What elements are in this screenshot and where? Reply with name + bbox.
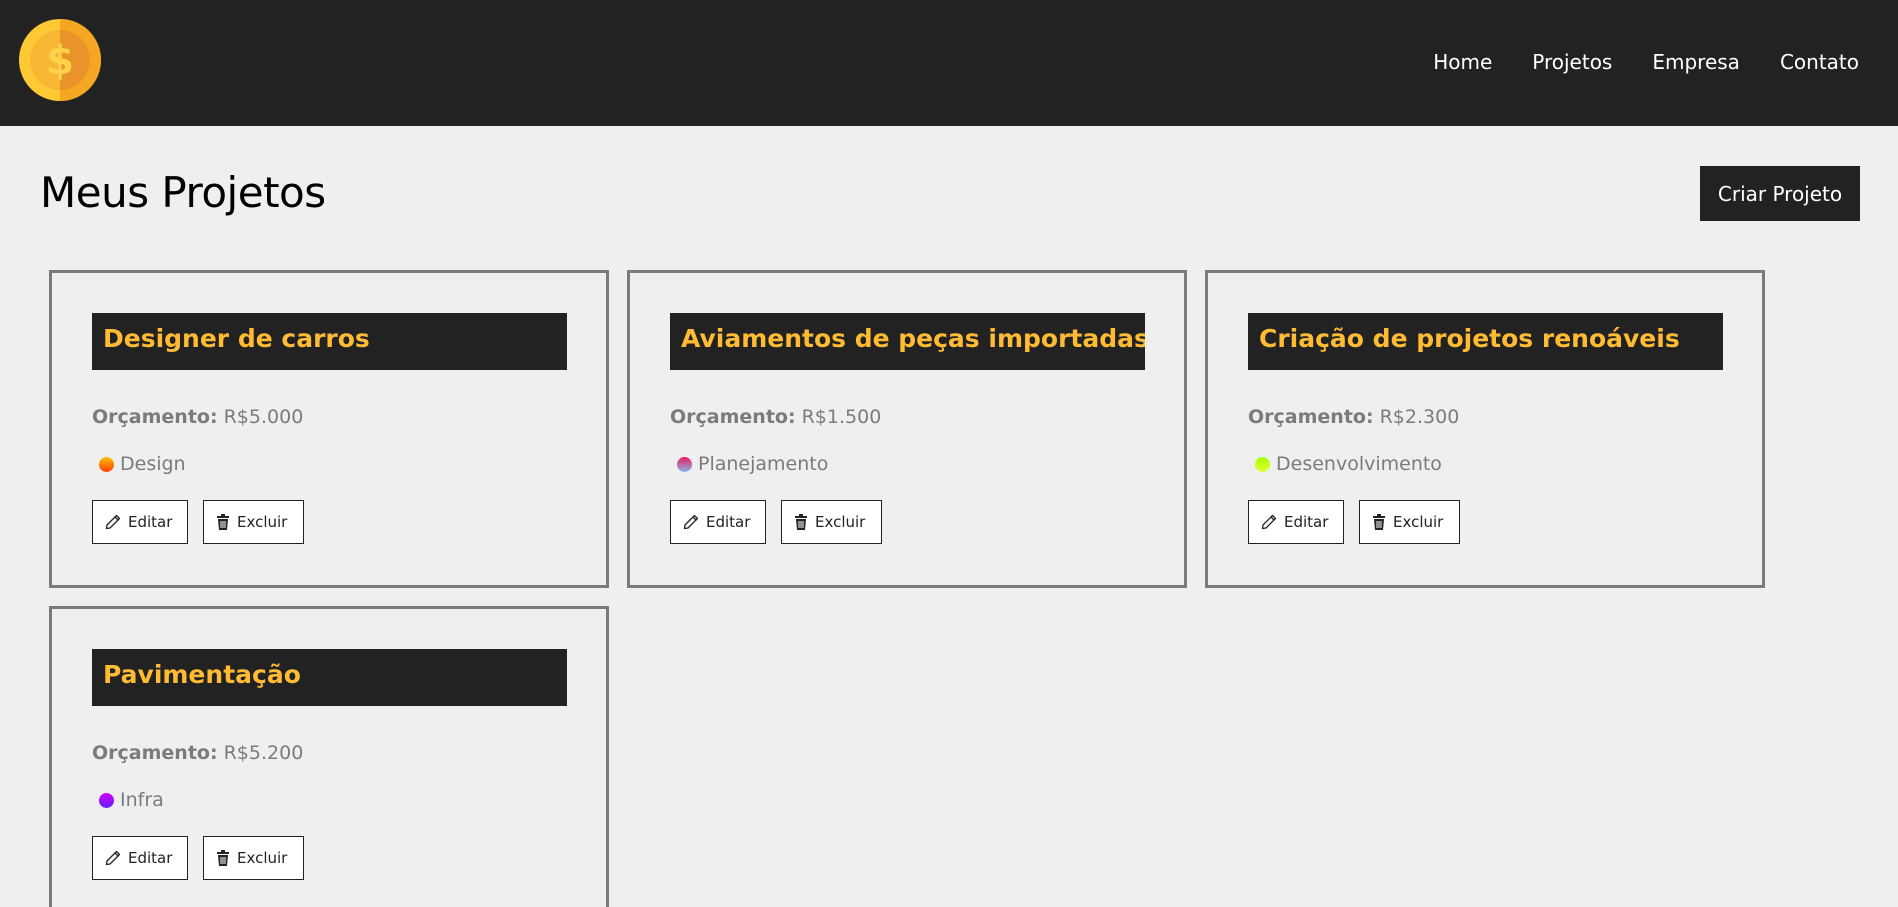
category-color-dot	[99, 456, 114, 472]
delete-button[interactable]: Excluir	[1359, 500, 1460, 544]
card-actions: Editar Excluir	[670, 500, 897, 544]
project-card: Designer de carros Orçamento: R$5.000 De…	[49, 270, 609, 588]
project-title: Designer de carros	[92, 313, 567, 370]
pencil-icon	[1261, 514, 1277, 530]
nav-home[interactable]: Home	[1433, 50, 1492, 74]
project-category: Desenvolvimento	[1255, 453, 1442, 475]
create-project-button[interactable]: Criar Projeto	[1700, 166, 1860, 221]
pencil-icon	[683, 514, 699, 530]
category-color-dot	[677, 456, 692, 472]
delete-label: Excluir	[1393, 513, 1444, 531]
nav-contato[interactable]: Contato	[1780, 50, 1859, 74]
pencil-icon	[105, 514, 121, 530]
delete-label: Excluir	[237, 849, 288, 867]
delete-label: Excluir	[815, 513, 866, 531]
project-category: Infra	[99, 789, 164, 811]
trash-icon	[795, 514, 807, 530]
edit-button[interactable]: Editar	[670, 500, 766, 544]
budget-label: Orçamento:	[1248, 406, 1374, 428]
edit-label: Editar	[128, 513, 173, 531]
nav-projetos[interactable]: Projetos	[1532, 50, 1612, 74]
budget-value: R$2.300	[1379, 406, 1460, 428]
category-color-dot	[1255, 456, 1270, 472]
budget-label: Orçamento:	[92, 406, 218, 428]
main-nav: Home Projetos Empresa Contato	[1393, 50, 1859, 74]
budget-value: R$5.000	[223, 406, 304, 428]
category-label: Infra	[120, 789, 164, 811]
project-title: Criação de projetos renoáveis	[1248, 313, 1723, 370]
project-title: Aviamentos de peças importadas	[670, 313, 1145, 370]
trash-icon	[1373, 514, 1385, 530]
card-actions: Editar Excluir	[92, 836, 319, 880]
delete-button[interactable]: Excluir	[203, 500, 304, 544]
budget-value: R$1.500	[801, 406, 882, 428]
pencil-icon	[105, 850, 121, 866]
card-actions: Editar Excluir	[1248, 500, 1475, 544]
delete-button[interactable]: Excluir	[781, 500, 882, 544]
budget-value: R$5.200	[223, 742, 304, 764]
project-card: Pavimentação Orçamento: R$5.200 Infra Ed…	[49, 606, 609, 907]
project-category: Design	[99, 453, 186, 475]
project-budget: Orçamento: R$5.200	[92, 742, 303, 764]
project-card: Aviamentos de peças importadas Orçamento…	[627, 270, 1187, 588]
delete-label: Excluir	[237, 513, 288, 531]
card-actions: Editar Excluir	[92, 500, 319, 544]
edit-button[interactable]: Editar	[92, 836, 188, 880]
page-title: Meus Projetos	[40, 168, 326, 217]
edit-label: Editar	[706, 513, 751, 531]
edit-label: Editar	[1284, 513, 1329, 531]
budget-label: Orçamento:	[92, 742, 218, 764]
project-budget: Orçamento: R$5.000	[92, 406, 303, 428]
category-label: Planejamento	[698, 453, 829, 475]
category-color-dot	[99, 792, 114, 808]
budget-label: Orçamento:	[670, 406, 796, 428]
project-budget: Orçamento: R$2.300	[1248, 406, 1459, 428]
project-title: Pavimentação	[92, 649, 567, 706]
coin-dollar-icon[interactable]: $	[19, 19, 101, 101]
edit-label: Editar	[128, 849, 173, 867]
trash-icon	[217, 850, 229, 866]
edit-button[interactable]: Editar	[92, 500, 188, 544]
nav-empresa[interactable]: Empresa	[1652, 50, 1740, 74]
category-label: Desenvolvimento	[1276, 453, 1442, 475]
trash-icon	[217, 514, 229, 530]
edit-button[interactable]: Editar	[1248, 500, 1344, 544]
svg-text:$: $	[46, 38, 74, 84]
project-budget: Orçamento: R$1.500	[670, 406, 881, 428]
navbar: $ Home Projetos Empresa Contato	[0, 0, 1898, 126]
category-label: Design	[120, 453, 186, 475]
project-card: Criação de projetos renoáveis Orçamento:…	[1205, 270, 1765, 588]
project-category: Planejamento	[677, 453, 828, 475]
delete-button[interactable]: Excluir	[203, 836, 304, 880]
